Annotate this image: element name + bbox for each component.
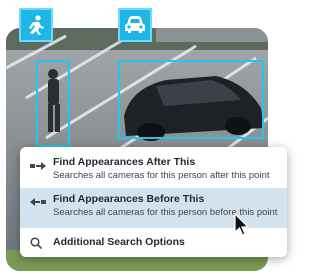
person-running-icon [19, 8, 53, 42]
arrow-right-icon [30, 158, 46, 176]
menu-item-title: Additional Search Options [53, 236, 185, 248]
menu-item-title: Find Appearances After This [53, 156, 196, 168]
arrow-left-icon [30, 194, 46, 212]
person-detection-box[interactable] [36, 60, 70, 147]
car-icon [118, 8, 152, 42]
menu-item-subtitle: Searches all cameras for this person aft… [53, 170, 270, 181]
menu-item-subtitle: Searches all cameras for this person bef… [53, 207, 278, 218]
search-icon [30, 236, 43, 254]
mouse-cursor-icon [234, 212, 250, 242]
menu-item-find-after[interactable]: Find Appearances After This Searches all… [20, 152, 287, 188]
car-detection-box[interactable] [118, 60, 264, 139]
menu-item-title: Find Appearances Before This [53, 193, 205, 205]
